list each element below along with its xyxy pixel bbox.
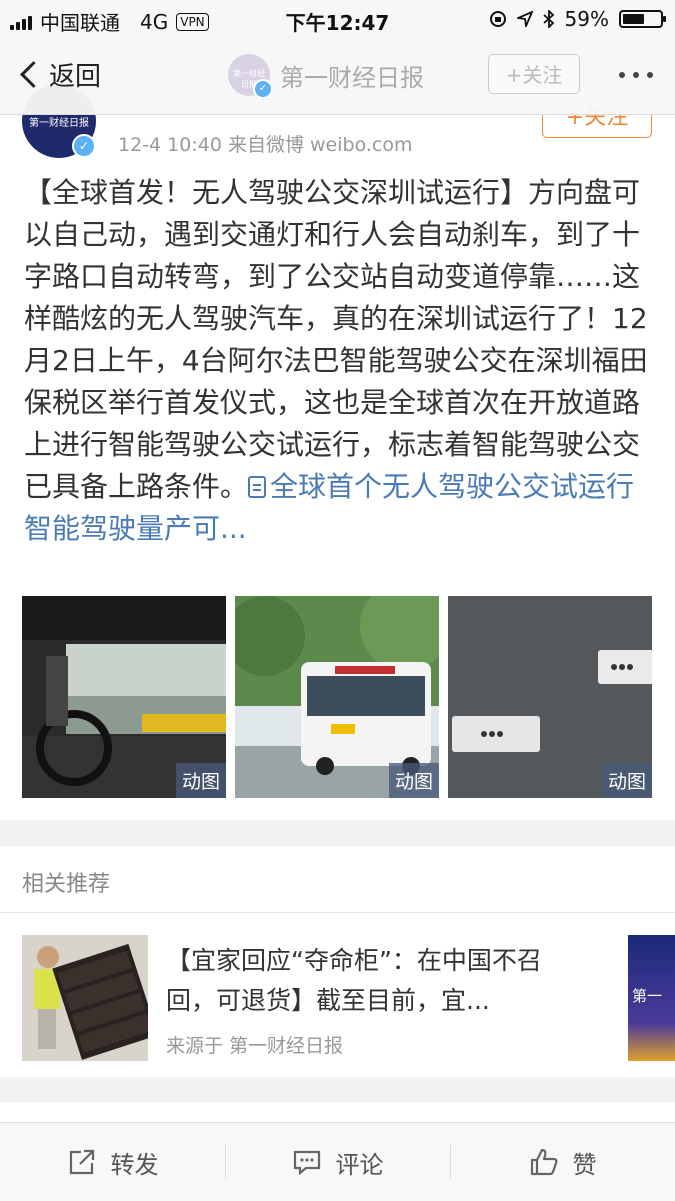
nav-account[interactable]: 第一财经日报 ✓ 第一财经日报 xyxy=(228,54,424,99)
nav-bar: 返回 第一财经日报 ✓ 第一财经日报 +关注 xyxy=(0,38,675,115)
verified-icon: ✓ xyxy=(72,134,96,158)
related-thumbnail xyxy=(22,935,148,1061)
post-image-3[interactable]: 动图 xyxy=(448,596,652,798)
post-body: 【全球首发！无人驾驶公交深圳试运行】方向盘可以自己动，遇到交通灯和行人会自动刹车… xyxy=(24,172,654,550)
related-heading: 相关推荐 xyxy=(22,872,111,897)
back-label: 返回 xyxy=(49,62,102,92)
repost-label: 转发 xyxy=(110,1150,159,1179)
battery-percent: 59% xyxy=(564,7,609,31)
page-title: 第一财经日报 xyxy=(280,63,424,92)
post-body-text: 【全球首发！无人驾驶公交深圳试运行】方向盘可以自己动，遇到交通灯和行人会自动刹车… xyxy=(24,176,648,503)
share-icon xyxy=(69,1149,94,1175)
related-item[interactable]: 【宜家回应“夺命柜”：在中国不召回，可退货】截至目前，宜... 来源于 第一财经… xyxy=(0,913,675,1077)
avatar: 第一财经日报 ✓ xyxy=(228,54,273,99)
orientation-lock-icon xyxy=(489,11,506,27)
author-avatar-text: 第一财经日报 xyxy=(29,118,89,129)
like-button[interactable]: 赞 xyxy=(450,1123,675,1201)
comment-icon xyxy=(293,1150,320,1176)
bluetooth-icon xyxy=(542,10,554,28)
gif-badge: 动图 xyxy=(175,763,226,798)
post-meta: 12-4 10:40 来自微博 weibo.com xyxy=(118,134,413,156)
article-icon xyxy=(248,476,267,498)
post-card: 第一财经日报 ✓ +关注 12-4 10:40 来自微博 weibo.com 【… xyxy=(0,84,675,820)
follow-button[interactable]: +关注 xyxy=(488,54,580,94)
repost-button[interactable]: 转发 xyxy=(0,1123,225,1201)
post-image-1[interactable]: 动图 xyxy=(22,596,226,798)
back-button[interactable]: 返回 xyxy=(18,56,101,93)
action-toolbar: 转发 评论 赞 xyxy=(0,1122,675,1201)
related-thumbnail-next[interactable]: 第一 xyxy=(628,935,675,1061)
image-grid: 动图 动图 动图 xyxy=(22,596,652,798)
battery-icon xyxy=(619,10,666,28)
related-source: 来源于 第一财经日报 xyxy=(166,1035,344,1057)
related-section-header: 相关推荐 xyxy=(0,846,675,913)
gif-badge: 动图 xyxy=(601,763,652,798)
dresser-image xyxy=(22,935,148,1061)
status-bar: 中国联通 4G VPN 下午12:47 59% xyxy=(0,0,675,38)
cover-text: 第一 xyxy=(632,987,663,1005)
location-icon xyxy=(516,11,533,27)
battery-level xyxy=(623,14,645,24)
comment-label: 评论 xyxy=(335,1150,384,1179)
next-card-edge xyxy=(0,1102,675,1122)
chevron-left-icon xyxy=(20,61,47,88)
more-icon[interactable] xyxy=(619,72,653,78)
related-title: 【宜家回应“夺命柜”：在中国不召回，可退货】截至目前，宜... xyxy=(166,946,542,1015)
thumbs-up-icon xyxy=(530,1148,557,1176)
comment-button[interactable]: 评论 xyxy=(225,1123,450,1201)
like-label: 赞 xyxy=(572,1150,597,1179)
verified-icon: ✓ xyxy=(253,79,273,99)
post-image-2[interactable]: 动图 xyxy=(235,596,439,798)
gif-badge: 动图 xyxy=(388,763,439,798)
